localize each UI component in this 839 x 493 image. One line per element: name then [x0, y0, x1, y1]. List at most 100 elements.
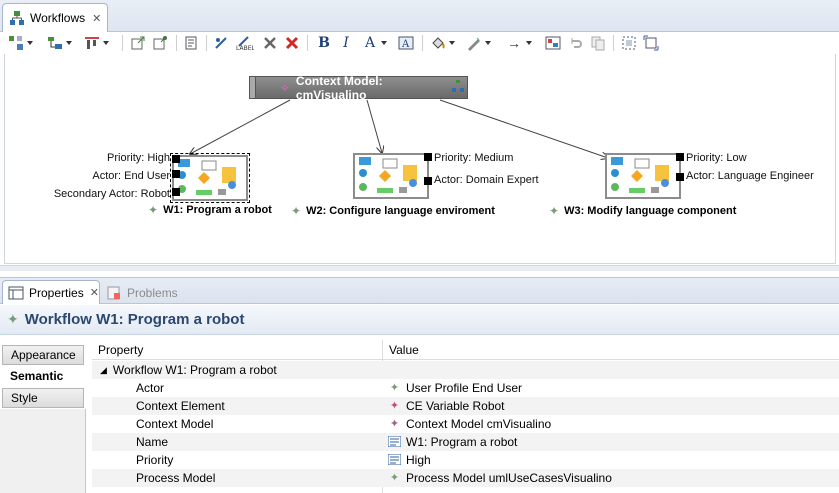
- edge-to-w1[interactable]: [190, 99, 291, 154]
- fill-color-icon: [430, 35, 446, 51]
- workflow-icon: ✦: [7, 311, 19, 327]
- table-row[interactable]: Name W1: Program a robot: [92, 433, 839, 451]
- w2-priority-label[interactable]: Priority: Medium: [434, 152, 513, 164]
- editor-tab-strip: Workflows ✕: [0, 0, 839, 32]
- properties-header: ✦ Workflow W1: Program a robot: [0, 305, 839, 335]
- copy-format-button[interactable]: [184, 35, 200, 51]
- w2-title[interactable]: ✦ W2: Configure language enviroment: [291, 204, 495, 218]
- zoom-fit-button[interactable]: [643, 35, 659, 51]
- image-button[interactable]: [545, 35, 561, 51]
- line-style-dropdown-button[interactable]: →: [507, 35, 532, 51]
- arrange-dropdown-button[interactable]: [47, 35, 72, 51]
- pin-icon: [152, 35, 168, 51]
- tab-workflows-label: Workflows: [30, 11, 86, 25]
- arrow-right-icon: →: [507, 35, 521, 51]
- font-dialog-button[interactable]: A: [398, 35, 414, 51]
- context-model-node[interactable]: ✧ Context Model: cmVisualino: [249, 73, 468, 102]
- table-row[interactable]: Context Element ✦ CE Variable Robot: [92, 397, 839, 415]
- label-icon: LABEL: [236, 35, 255, 52]
- w3-title[interactable]: ✦ W3: Modify language component: [549, 204, 736, 218]
- delete-from-diagram-button[interactable]: [262, 35, 278, 51]
- workflow-illustration-icon: [178, 159, 236, 195]
- properties-icon: [8, 285, 24, 301]
- w3-priority-label[interactable]: Priority: Low: [686, 152, 747, 164]
- property-name: Priority: [136, 453, 174, 467]
- property-name: Process Model: [136, 471, 216, 485]
- svg-text:LABEL: LABEL: [236, 45, 254, 51]
- delete-model-icon: [284, 35, 300, 51]
- property-name: Context Model: [136, 417, 214, 431]
- close-icon[interactable]: ✕: [92, 12, 101, 25]
- table-body: ◢ Workflow W1: Program a robot Actor ✦ Us…: [92, 361, 839, 493]
- italic-button[interactable]: I: [338, 35, 354, 51]
- line-color-dropdown-button[interactable]: [466, 35, 491, 51]
- hide-label-button[interactable]: LABEL: [236, 35, 255, 52]
- undo-icon: [568, 35, 584, 51]
- workflow-w3-node[interactable]: [605, 153, 681, 199]
- group-label: Workflow W1: Program a robot: [112, 363, 277, 377]
- font-color-dropdown-button[interactable]: A: [362, 35, 387, 51]
- w1-priority-label[interactable]: Priority: High: [90, 152, 170, 164]
- property-table: Property Value ◢ Workflow W1: Program a …: [92, 340, 839, 493]
- select-all-icon: [621, 35, 637, 51]
- w1-title[interactable]: ✦ W1: Program a robot: [148, 203, 272, 217]
- copy-format-icon: [184, 35, 200, 51]
- problems-icon: [106, 285, 122, 301]
- edge-to-w2[interactable]: [366, 99, 382, 153]
- side-tab-style[interactable]: Style: [2, 388, 84, 408]
- workflow-illustration-icon: [611, 157, 669, 193]
- diagram-toolbar: LABEL B I A A →: [0, 32, 839, 54]
- undo-button[interactable]: [568, 35, 584, 51]
- context-element-icon: ✦: [389, 399, 400, 412]
- tab-workflows[interactable]: Workflows ✕: [2, 3, 108, 32]
- property-value: Context Model cmVisualino: [406, 417, 552, 431]
- arrange-icon: [47, 35, 63, 51]
- properties-title: Workflow W1: Program a robot: [24, 311, 245, 328]
- w1-secondary-actor-label[interactable]: Secondary Actor: Robot: [30, 188, 170, 200]
- element-icon: ✦: [389, 471, 400, 484]
- canvas-horizontal-scrollbar[interactable]: [0, 265, 839, 271]
- align-icon: [84, 35, 100, 51]
- line-color-icon: [466, 35, 482, 51]
- align-dropdown-button[interactable]: [84, 35, 109, 51]
- table-row[interactable]: Actor ✦ User Profile End User: [92, 379, 839, 397]
- italic-icon: I: [343, 35, 349, 51]
- tab-properties[interactable]: Properties ✕: [2, 280, 100, 304]
- image-icon: [545, 35, 561, 51]
- element-icon: ✦: [389, 381, 400, 394]
- column-header-property[interactable]: Property: [92, 340, 382, 360]
- property-name: Actor: [136, 381, 165, 395]
- property-value: Process Model umlUseCasesVisualino: [406, 471, 612, 485]
- table-row[interactable]: Process Model ✦ Process Model umlUseCases…: [92, 469, 839, 487]
- workflow-w1-node[interactable]: [170, 153, 250, 203]
- w2-actor-label[interactable]: Actor: Domain Expert: [434, 174, 539, 186]
- workflow-illustration-icon: [359, 157, 417, 193]
- select-dropdown-button[interactable]: [8, 35, 33, 51]
- property-value: CE Variable Robot: [406, 399, 505, 413]
- context-model-label: Context Model: cmVisualino: [295, 73, 383, 102]
- edge-to-w3[interactable]: [439, 99, 608, 158]
- delete-from-model-button[interactable]: [284, 35, 300, 51]
- tab-problems[interactable]: Problems: [106, 282, 178, 304]
- close-icon[interactable]: ✕: [90, 286, 99, 299]
- table-row[interactable]: Priority High: [92, 451, 839, 469]
- diagram-canvas[interactable]: ✧ Context Model: cmVisualino Priority: H…: [0, 54, 839, 268]
- hide-element-button[interactable]: [213, 35, 229, 51]
- pin-button[interactable]: [152, 35, 168, 51]
- w3-actor-label[interactable]: Actor: Language Engineer: [686, 170, 814, 182]
- table-row[interactable]: Context Model ✦ Context Model cmVisualino: [92, 415, 839, 433]
- column-header-value[interactable]: Value: [383, 340, 839, 360]
- bold-button[interactable]: B: [316, 35, 332, 51]
- table-group-row[interactable]: ◢ Workflow W1: Program a robot: [92, 361, 839, 379]
- copy-icon: [590, 35, 606, 51]
- collapse-triangle-icon[interactable]: ◢: [100, 365, 107, 376]
- side-tab-appearance[interactable]: Appearance: [2, 345, 84, 365]
- fill-color-dropdown-button[interactable]: [430, 35, 455, 51]
- copy-button[interactable]: [590, 35, 606, 51]
- bold-icon: B: [318, 35, 330, 51]
- select-all-button[interactable]: [621, 35, 637, 51]
- side-tab-semantic[interactable]: Semantic: [2, 366, 84, 386]
- export-button[interactable]: [130, 35, 146, 51]
- w1-actor-label[interactable]: Actor: End User: [70, 170, 170, 182]
- workflow-w2-node[interactable]: [353, 153, 429, 199]
